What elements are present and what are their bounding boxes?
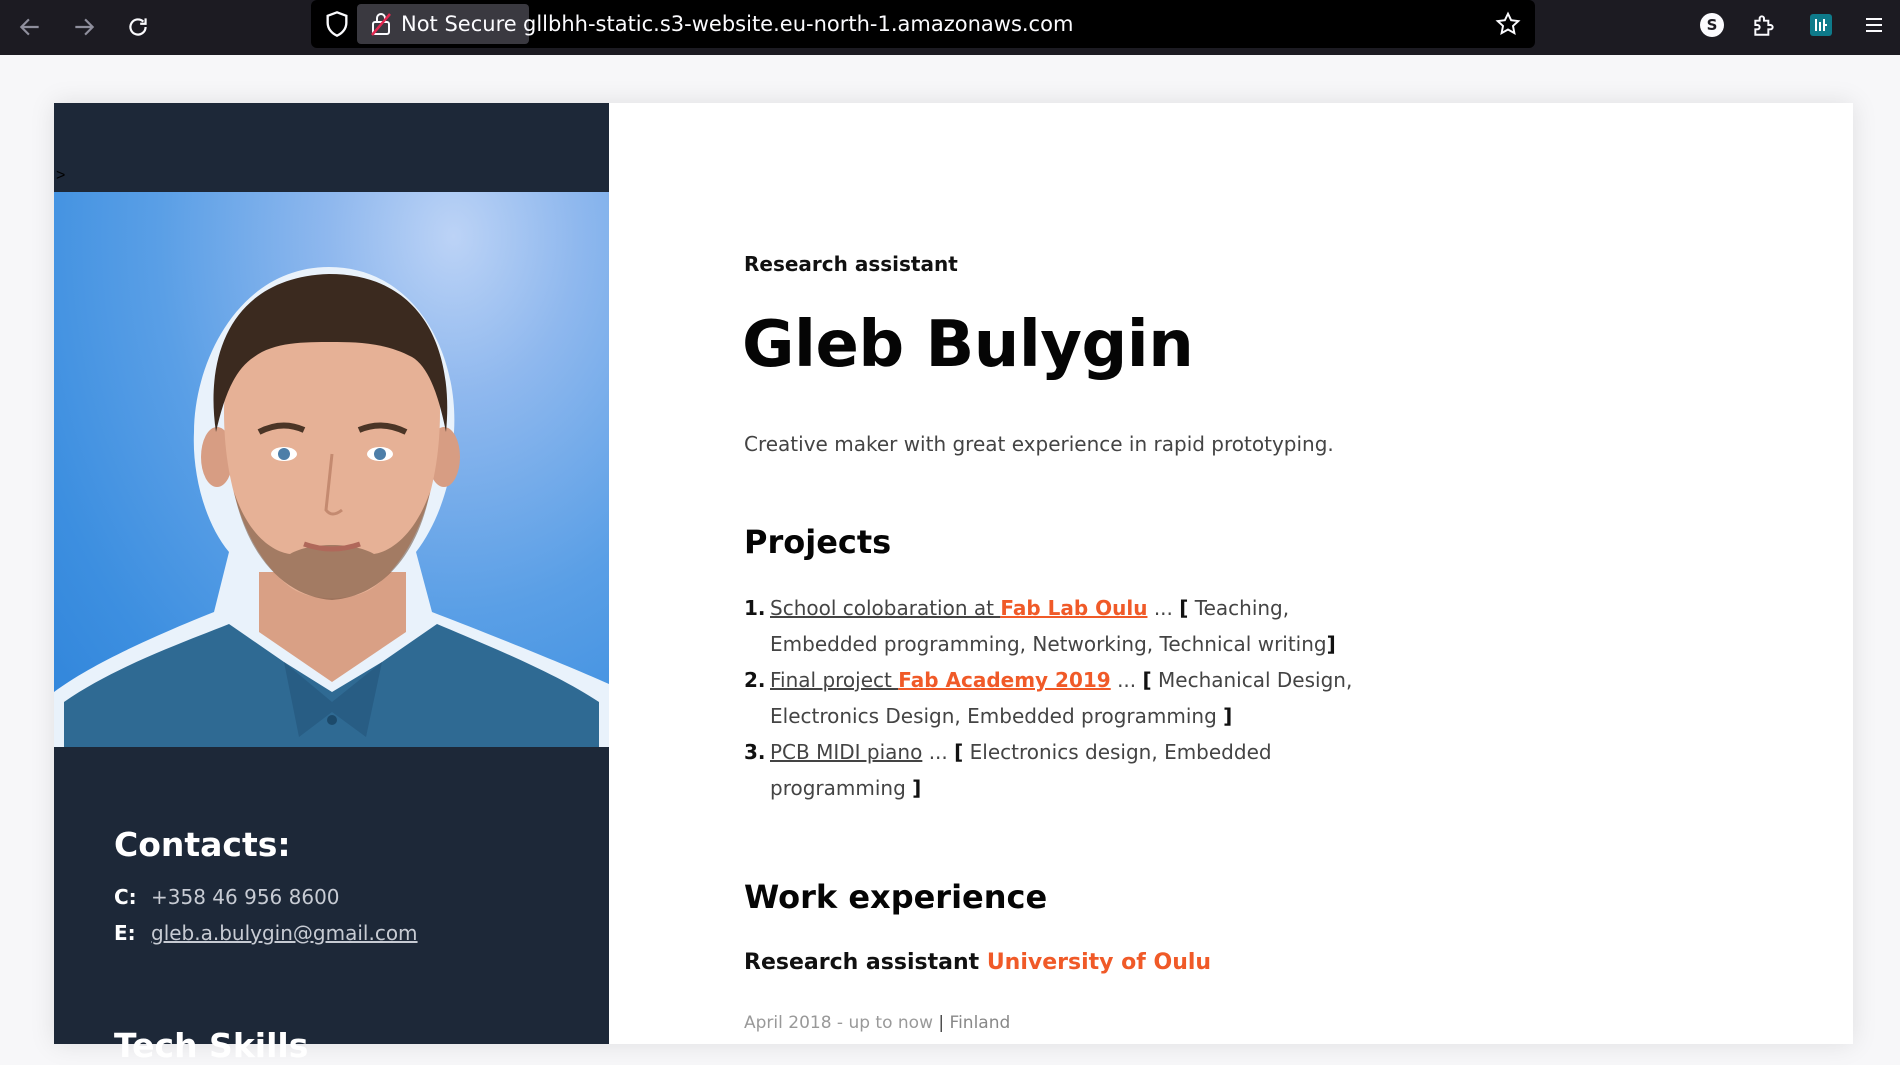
project-number: 1. xyxy=(744,596,766,620)
email-link[interactable]: gleb.a.bulygin@gmail.com xyxy=(151,921,418,945)
arrow-left-icon xyxy=(19,18,39,36)
project-item: 1. School colobaration at Fab Lab Oulu .… xyxy=(744,590,1384,662)
tagline: Creative maker with great experience in … xyxy=(744,432,1334,456)
puzzle-icon xyxy=(1754,15,1774,36)
open-bracket: [ xyxy=(1142,668,1152,692)
contact-email: E: gleb.a.bulygin@gmail.com xyxy=(114,918,418,948)
insecure-lock-icon xyxy=(371,13,391,36)
reload-button[interactable] xyxy=(121,10,155,44)
ellipsis: ... xyxy=(1110,668,1143,692)
contact-phone-value: +358 46 956 8600 xyxy=(151,885,340,909)
close-bracket: ] xyxy=(1326,632,1336,656)
project-item: 3. PCB MIDI piano ... [ Electronics desi… xyxy=(744,734,1384,806)
address-bar[interactable]: Not Secure gllbhh-static.s3-website.eu-n… xyxy=(311,0,1535,48)
projects-heading: Projects xyxy=(744,523,892,561)
open-bracket: [ xyxy=(954,740,964,764)
bookmark-star-icon[interactable] xyxy=(1495,11,1521,37)
not-secure-label: Not Secure xyxy=(401,12,517,36)
job-meta: April 2018 - up to now | Finland xyxy=(744,1013,1010,1033)
project-link[interactable]: School colobaration at xyxy=(770,596,1000,620)
ellipsis: ... xyxy=(1147,596,1180,620)
extension-icon xyxy=(1810,14,1832,36)
not-secure-badge[interactable]: Not Secure xyxy=(357,4,529,44)
reload-icon xyxy=(129,18,147,36)
account-avatar-icon: S xyxy=(1700,13,1724,37)
contacts-title: Contacts: xyxy=(114,825,291,864)
project-number: 3. xyxy=(744,740,766,764)
back-button[interactable] xyxy=(13,10,47,44)
browser-toolbar: Not Secure gllbhh-static.s3-website.eu-n… xyxy=(0,0,1900,55)
project-accent-link[interactable]: Fab Academy 2019 xyxy=(898,668,1110,692)
job-title: Research assistant University of Oulu xyxy=(744,950,1211,975)
extension-button[interactable] xyxy=(1806,10,1836,40)
url-text[interactable]: gllbhh-static.s3-website.eu-north-1.amaz… xyxy=(523,0,1073,48)
project-item: 2. Final project Fab Academy 2019 ... [ … xyxy=(744,662,1384,734)
close-bracket: ] xyxy=(912,776,922,800)
ellipsis: ... xyxy=(922,740,955,764)
project-link[interactable]: PCB MIDI piano xyxy=(770,740,922,764)
project-accent-link[interactable]: Fab Lab Oulu xyxy=(1000,596,1147,620)
role-subtitle: Research assistant xyxy=(744,252,958,276)
work-experience-heading: Work experience xyxy=(744,878,1048,916)
shield-icon[interactable] xyxy=(323,10,351,38)
contact-phone: C: +358 46 956 8600 xyxy=(114,882,340,912)
forward-button[interactable] xyxy=(67,10,101,44)
job-dates: April 2018 - up to now xyxy=(744,1013,933,1033)
job-role: Research assistant xyxy=(744,950,987,975)
hamburger-icon xyxy=(1866,18,1882,32)
account-button[interactable]: S xyxy=(1697,10,1727,40)
job-location: Finland xyxy=(949,1013,1011,1033)
project-link[interactable]: Final project xyxy=(770,668,898,692)
menu-button[interactable] xyxy=(1859,10,1889,40)
job-separator: | xyxy=(932,1013,950,1033)
project-number: 2. xyxy=(744,668,766,692)
profile-photo xyxy=(54,192,609,747)
extensions-button[interactable] xyxy=(1749,10,1779,40)
stray-character: > xyxy=(56,167,66,184)
contact-phone-key: C: xyxy=(114,885,137,909)
page-title: Gleb Bulygin xyxy=(742,308,1194,382)
arrow-right-icon xyxy=(75,18,95,36)
job-organization: University of Oulu xyxy=(986,950,1212,975)
contact-email-key: E: xyxy=(114,921,136,945)
close-bracket: ] xyxy=(1223,704,1233,728)
tech-skills-title: Tech Skills xyxy=(114,1026,309,1065)
